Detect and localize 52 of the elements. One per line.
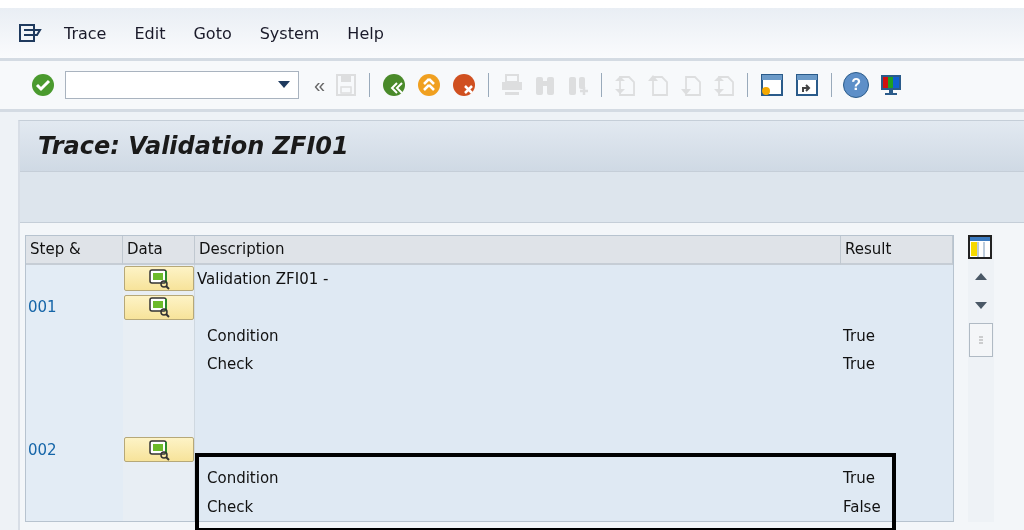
cancel-circle-icon (451, 73, 478, 97)
result-value: True (843, 326, 875, 345)
cancel-button[interactable] (451, 73, 478, 97)
window-sun-icon (759, 73, 786, 97)
grip-icon (979, 336, 983, 344)
menu-item[interactable]: Goto (193, 23, 232, 43)
magnifier-screen-icon (147, 267, 171, 290)
checkmark-icon (30, 73, 56, 97)
description-text: Condition (207, 469, 279, 488)
exit-button[interactable] (416, 73, 443, 97)
back-circle-icon (381, 73, 408, 97)
magnifier-screen-icon (147, 438, 171, 461)
description-text: Condition (207, 326, 279, 345)
shortcut-button[interactable] (794, 73, 821, 97)
page-arrow-icon (679, 73, 704, 97)
column-header[interactable]: Step & (26, 236, 123, 265)
printer-icon (500, 73, 525, 97)
description-text: Check (207, 355, 254, 374)
magnifier-screen-icon (147, 296, 171, 319)
scroll-up-icon[interactable] (975, 272, 987, 280)
screen-title: Trace: Validation ZFI01 (38, 132, 349, 160)
page-arrow-icon (646, 73, 671, 97)
up-circle-icon (416, 73, 443, 97)
menu-item[interactable]: Help (347, 23, 384, 43)
scroll-thumb[interactable] (969, 323, 993, 357)
step-number: 002 (28, 440, 57, 459)
enter-button[interactable] (30, 73, 56, 97)
column-header[interactable]: Result (841, 236, 953, 265)
description-text: Validation ZFI01 - (197, 269, 329, 288)
column-layout-icon[interactable] (968, 235, 992, 259)
dropdown-icon[interactable] (278, 81, 290, 89)
page-arrow-icon (613, 73, 638, 97)
description-text: Check (207, 497, 254, 516)
back-button[interactable] (381, 73, 408, 97)
data-button[interactable] (124, 294, 194, 320)
step-number: 001 (28, 298, 57, 317)
result-value: True (843, 469, 875, 488)
menu-item[interactable]: System (259, 23, 320, 43)
data-button[interactable] (124, 437, 194, 463)
result-value: True (843, 355, 875, 374)
column-header[interactable]: Data (123, 236, 195, 265)
menu-icon[interactable] (18, 23, 42, 43)
menu-item[interactable]: Edit (134, 23, 166, 43)
menu-item[interactable]: Trace (64, 23, 107, 43)
data-button[interactable] (124, 266, 194, 292)
new-session-button[interactable] (759, 73, 786, 97)
column-header[interactable]: Description (195, 236, 841, 265)
scroll-down-icon[interactable] (975, 302, 987, 310)
page-arrow-icon (712, 73, 737, 97)
command-field[interactable] (65, 71, 299, 99)
result-value: False (843, 497, 881, 516)
back-chevrons-button[interactable]: « (314, 73, 326, 97)
